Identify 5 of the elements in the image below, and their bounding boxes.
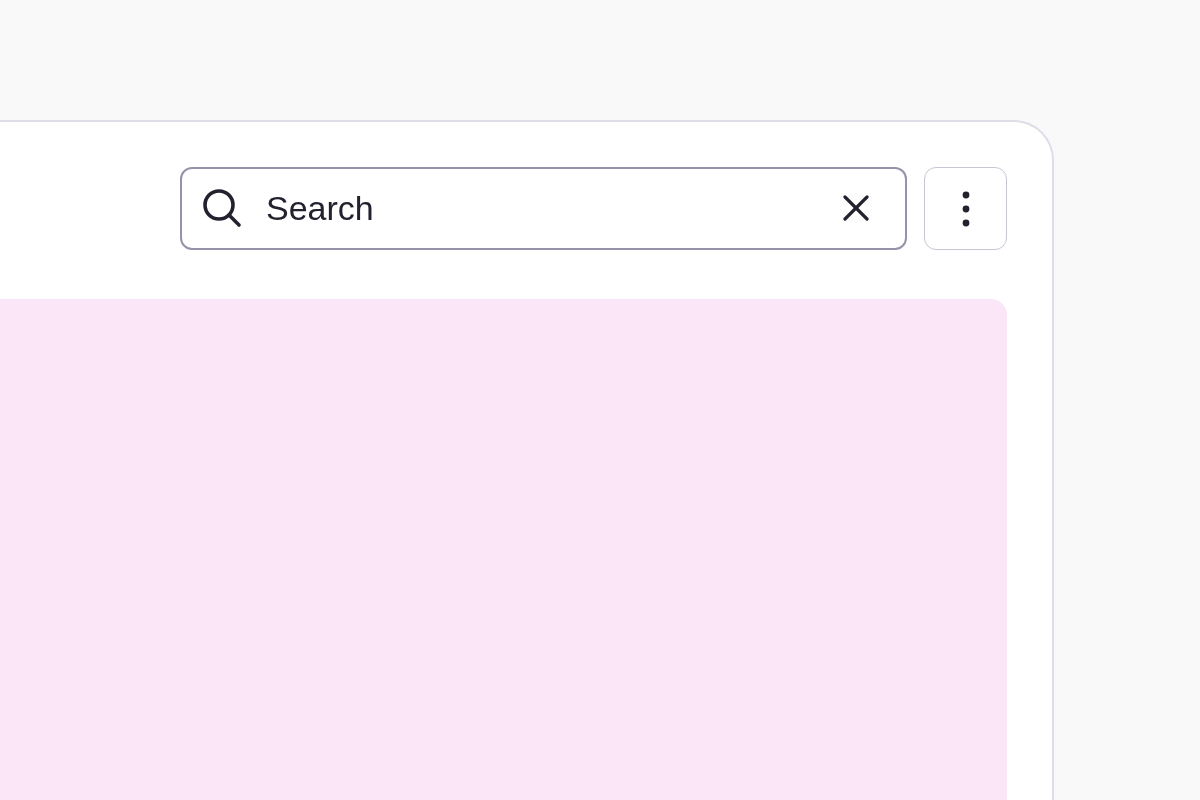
search-field[interactable]: Search [180, 167, 907, 250]
close-icon [843, 195, 869, 221]
more-options-icon [961, 190, 970, 227]
search-icon [202, 188, 242, 228]
clear-button[interactable] [843, 195, 869, 221]
